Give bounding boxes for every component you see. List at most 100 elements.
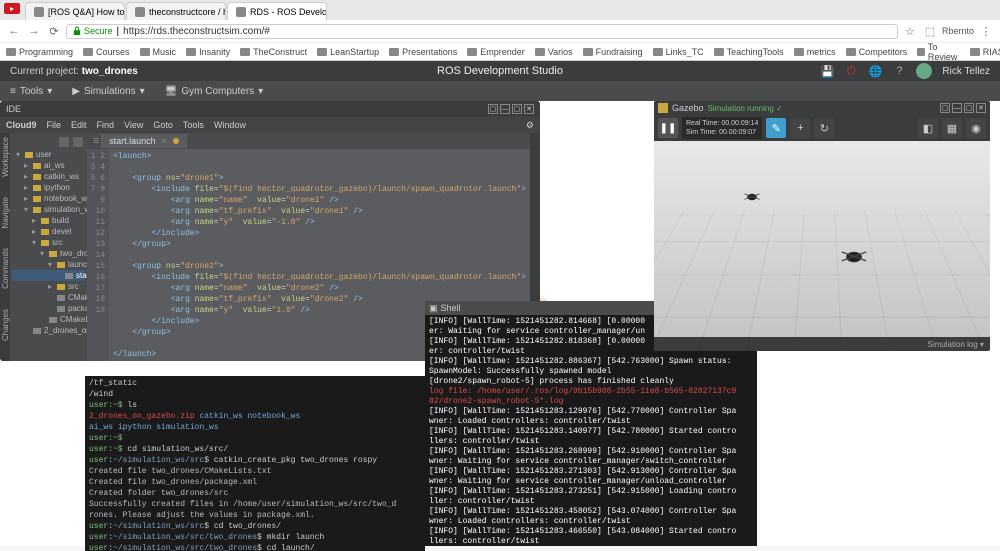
- bookmark-item[interactable]: Insanity: [186, 47, 230, 57]
- ide-menu-item[interactable]: Goto: [153, 120, 173, 130]
- gazebo-titlebar[interactable]: Gazebo Simulation running ✓ ▢ — ▢ ✕: [654, 101, 990, 115]
- ide-sidetab[interactable]: Navigate: [1, 197, 10, 229]
- toolbar-item[interactable]: ▶Simulations ▾: [72, 86, 144, 97]
- tree-item[interactable]: ▸notebook_ws: [12, 193, 85, 204]
- pause-button[interactable]: ❚❚: [658, 118, 678, 138]
- tree-item[interactable]: ▸ipython: [12, 182, 85, 193]
- tree-item[interactable]: ▾launch: [12, 259, 85, 270]
- bookmark-item[interactable]: Competitors: [846, 47, 908, 57]
- tree-item[interactable]: CMakeLists.txt: [12, 314, 85, 325]
- bookmark-item[interactable]: LeanStartup: [317, 47, 379, 57]
- extension-icon[interactable]: ⬚: [922, 23, 938, 39]
- menu-icon[interactable]: ⋮: [978, 23, 994, 39]
- expand-icon[interactable]: ▸: [46, 282, 54, 291]
- expand-icon[interactable]: ▾: [14, 150, 22, 159]
- reload-button[interactable]: ⟳: [46, 23, 62, 39]
- globe-icon[interactable]: 🌐: [868, 64, 882, 78]
- tree-item[interactable]: ▸ai_ws: [12, 160, 85, 171]
- ide-sidetab[interactable]: Workspace: [1, 137, 10, 177]
- bookmark-item[interactable]: metrics: [794, 47, 836, 57]
- toolbar-item[interactable]: ≡Tools ▾: [10, 86, 52, 97]
- star-icon[interactable]: ☆: [902, 23, 918, 39]
- maximize-button[interactable]: ▢: [512, 104, 522, 114]
- save-icon[interactable]: 💾: [820, 64, 834, 78]
- wand-tool-button[interactable]: ✎: [766, 118, 786, 138]
- expand-icon[interactable]: ▾: [22, 205, 30, 214]
- ide-menu-item[interactable]: Find: [97, 120, 115, 130]
- tree-item[interactable]: ▾src: [12, 237, 85, 248]
- close-button[interactable]: ✕: [524, 104, 534, 114]
- tree-item[interactable]: ▸catkin_ws: [12, 171, 85, 182]
- tree-item[interactable]: 2_drones_on_gazebo.zip: [12, 325, 85, 336]
- ide-menu-item[interactable]: Tools: [183, 120, 204, 130]
- bookmark-item[interactable]: Varios: [535, 47, 573, 57]
- bookmark-item[interactable]: Programming: [6, 47, 73, 57]
- tree-item[interactable]: start.launch: [12, 270, 85, 281]
- avatar[interactable]: [916, 63, 932, 79]
- power-icon[interactable]: ⏻: [844, 64, 858, 78]
- expand-icon[interactable]: ▸: [30, 216, 38, 225]
- expand-icon[interactable]: ▾: [30, 238, 38, 247]
- ide-branding[interactable]: Cloud9: [6, 120, 37, 130]
- bookmark-item[interactable]: Emprender: [467, 47, 525, 57]
- ide-titlebar[interactable]: IDE ▢ — ▢ ✕: [0, 101, 540, 117]
- bookmark-item[interactable]: Music: [140, 47, 177, 57]
- bookmark-item[interactable]: Presentations: [389, 47, 457, 57]
- toolbar-item[interactable]: 🖥Gym Computers ▾: [165, 86, 264, 97]
- close-icon[interactable]: ×: [162, 136, 167, 146]
- editor-tab[interactable]: start.launch ×: [101, 134, 187, 148]
- ide-sidetab[interactable]: Changes: [1, 309, 10, 341]
- ide-menu-item[interactable]: Edit: [71, 120, 87, 130]
- bookmark-item[interactable]: TheConstruct: [240, 47, 307, 57]
- gazebo-viewport[interactable]: [654, 141, 990, 337]
- cube-view-button[interactable]: ◧: [918, 118, 938, 138]
- help-icon[interactable]: ?: [892, 64, 906, 78]
- minimize-button[interactable]: —: [500, 104, 510, 114]
- expand-icon[interactable]: ▸: [22, 183, 30, 192]
- detach-button[interactable]: ▢: [488, 104, 498, 114]
- url-field[interactable]: Secure | https://rds.theconstructsim.com…: [66, 24, 898, 39]
- forward-button[interactable]: →: [26, 23, 42, 39]
- tree-refresh-icon[interactable]: [59, 137, 69, 147]
- browser-tab[interactable]: theconstructcore / he…×: [126, 2, 226, 20]
- drone1-model[interactable]: [744, 192, 760, 202]
- bookmark-item[interactable]: Fundraising: [583, 47, 643, 57]
- expand-icon[interactable]: ▸: [22, 194, 30, 203]
- expand-icon[interactable]: ▾: [46, 260, 54, 269]
- camera-button[interactable]: ◉: [966, 118, 986, 138]
- expand-icon[interactable]: ▾: [38, 249, 46, 258]
- bookmark-item[interactable]: TeachingTools: [714, 47, 784, 57]
- bookmark-item[interactable]: RIASearch: [970, 47, 1000, 57]
- expand-icon[interactable]: ▸: [22, 172, 30, 181]
- ide-menu-item[interactable]: View: [124, 120, 143, 130]
- reset-button[interactable]: ↻: [814, 118, 834, 138]
- tree-item[interactable]: package.xml: [12, 303, 85, 314]
- grid-view-button[interactable]: ▦: [942, 118, 962, 138]
- bookmark-item[interactable]: Links_TC: [653, 47, 704, 57]
- bookmark-item[interactable]: Courses: [83, 47, 130, 57]
- ide-sidetab[interactable]: Commands: [1, 248, 10, 289]
- minimize-button[interactable]: —: [952, 103, 962, 113]
- terminal-panel[interactable]: /tf_static/winduser:~$ ls2_drones_on_gaz…: [85, 376, 425, 551]
- gear-icon[interactable]: ⚙: [526, 120, 534, 131]
- ide-menu-item[interactable]: File: [47, 120, 62, 130]
- drone2-model[interactable]: [841, 249, 867, 265]
- tree-item[interactable]: ▾user: [12, 149, 85, 160]
- tree-item[interactable]: CMakeLists.txt: [12, 292, 85, 303]
- browser-tab[interactable]: RDS - ROS Developme…×: [227, 2, 327, 20]
- tree-item[interactable]: ▸src: [12, 281, 85, 292]
- tree-item[interactable]: ▾simulation_ws: [12, 204, 85, 215]
- maximize-button[interactable]: ▢: [964, 103, 974, 113]
- tree-item[interactable]: ▸build: [12, 215, 85, 226]
- tree-item[interactable]: ▾two_drones: [12, 248, 85, 259]
- browser-tab[interactable]: [ROS Q&A] How to Sta…×: [25, 2, 125, 20]
- add-button[interactable]: +: [790, 118, 810, 138]
- close-button[interactable]: ✕: [976, 103, 986, 113]
- tree-settings-icon[interactable]: [73, 137, 83, 147]
- file-tree[interactable]: ▾user▸ai_ws▸catkin_ws▸ipython▸notebook_w…: [10, 133, 87, 361]
- tree-item[interactable]: ▸devel: [12, 226, 85, 237]
- back-button[interactable]: ←: [6, 23, 22, 39]
- expand-icon[interactable]: ▸: [22, 161, 30, 170]
- tab-list-icon[interactable]: ≡: [91, 135, 101, 147]
- browser-account[interactable]: Rbernto: [942, 26, 974, 36]
